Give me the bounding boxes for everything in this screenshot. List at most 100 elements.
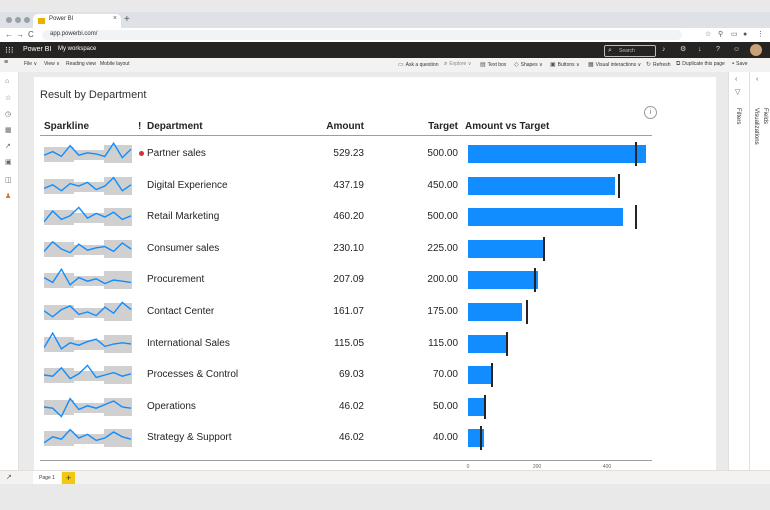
home-icon[interactable]: ⌂	[5, 78, 9, 85]
visual-interactions-button[interactable]: ▦ Visual interactions ∨	[588, 61, 641, 68]
sparkline-band	[44, 334, 132, 353]
visualizations-pane[interactable]: ‹ Visualizations Fields	[749, 72, 770, 470]
sparkline-band	[44, 239, 132, 258]
right-panes: ‹ ▽ Filters ‹ Visualizations Fields	[728, 72, 770, 470]
add-page-button[interactable]: +	[62, 472, 75, 484]
amount-bar[interactable]	[468, 334, 507, 353]
table-row[interactable]: Consumer sales 230.10 225.00	[40, 234, 652, 264]
table-row[interactable]: Digital Experience 437.19 450.00	[40, 171, 652, 201]
amount-bar[interactable]	[468, 271, 538, 290]
amount-bar[interactable]	[468, 145, 646, 163]
window-maximize-dot[interactable]	[24, 17, 30, 23]
app-launcher-icon[interactable]: ⁝⁝⁝	[5, 44, 14, 56]
help-icon[interactable]: ?	[716, 45, 720, 55]
shared-icon[interactable]: ↗	[5, 142, 11, 150]
recent-icon[interactable]: ◷	[5, 110, 11, 118]
brand-name[interactable]: Power BI	[23, 46, 51, 53]
table-row[interactable]: Retail Marketing 460.20 500.00	[40, 202, 652, 232]
bell-icon[interactable]: ♪	[662, 45, 666, 55]
amount-cell: 69.03	[338, 369, 364, 381]
department-cell: International Sales	[147, 337, 230, 349]
collapse-filters-icon[interactable]: ‹	[735, 76, 737, 83]
mobile-layout-button[interactable]: Mobile layout	[100, 61, 129, 67]
back-icon[interactable]: ←	[5, 29, 13, 41]
target-cell: 500.00	[427, 211, 458, 223]
refresh-button[interactable]: ↻ Refresh	[646, 61, 671, 68]
browser-tab-bar: Power BI × +	[0, 12, 770, 28]
window-minimize-dot[interactable]	[15, 17, 21, 23]
expand-icon[interactable]: ↗	[6, 472, 12, 484]
view-menu[interactable]: View ∨	[44, 61, 60, 67]
save-button[interactable]: ▪ Save	[732, 61, 748, 67]
table-row[interactable]: Contact Center 161.07 175.00	[40, 297, 652, 327]
header-amount-vs-target[interactable]: Amount vs Target	[465, 121, 549, 132]
reading-view-button[interactable]: Reading view	[66, 61, 96, 67]
ask-question-button[interactable]: ▭ Ask a question	[398, 61, 438, 68]
visual-interactions-label: Visual interactions ∨	[595, 62, 642, 68]
kebab-menu-icon[interactable]: ⋮	[757, 29, 764, 41]
search-input[interactable]: ⌕ Search	[604, 45, 656, 57]
amount-bar[interactable]	[468, 397, 484, 416]
star-icon[interactable]: ☆	[705, 29, 711, 41]
learn-icon[interactable]: ▣	[5, 158, 12, 166]
header-alert[interactable]: !	[138, 121, 141, 132]
header-department[interactable]: Department	[147, 121, 203, 132]
table-row[interactable]: Processes & Control 69.03 70.00	[40, 360, 652, 390]
target-cell: 40.00	[432, 432, 458, 444]
amount-cell: 46.02	[338, 432, 364, 444]
amount-bar[interactable]	[468, 239, 546, 258]
apps-icon[interactable]: ▦	[5, 126, 12, 134]
shapes-button[interactable]: ◇ Shapes ∨	[514, 61, 543, 68]
amount-bar[interactable]	[468, 208, 623, 227]
forward-icon[interactable]: →	[16, 29, 24, 41]
extension-icon[interactable]: ⚲	[718, 29, 723, 41]
info-icon[interactable]: i	[644, 106, 657, 119]
amount-bar[interactable]	[468, 303, 523, 321]
favorites-icon[interactable]: ☆	[5, 94, 11, 102]
window-close-dot[interactable]	[6, 17, 12, 23]
gear-icon[interactable]: ⚙	[680, 45, 686, 55]
reload-icon[interactable]: C	[28, 29, 34, 41]
profile-icon[interactable]: ●	[743, 29, 747, 41]
target-marker	[534, 268, 537, 293]
text-box-button[interactable]: ▤ Text box	[480, 61, 506, 68]
table-row[interactable]: International Sales 115.05 115.00	[40, 329, 652, 359]
new-tab-button[interactable]: +	[124, 14, 130, 26]
hamburger-icon[interactable]: ≡	[4, 59, 8, 66]
page-tab[interactable]: Page 1	[33, 471, 61, 484]
download-icon[interactable]: ↓	[698, 45, 702, 55]
url-field[interactable]: app.powerbi.com/	[42, 30, 682, 40]
table-row[interactable]: Strategy & Support 46.02 40.00	[40, 423, 652, 453]
amount-bar[interactable]	[468, 176, 615, 195]
filters-pane[interactable]: ‹ ▽ Filters	[728, 72, 749, 470]
explore-button[interactable]: ⌕ Explore ∨	[444, 61, 471, 68]
tab-close-icon[interactable]: ×	[113, 15, 117, 22]
amount-cell: 460.20	[333, 211, 364, 223]
table-row[interactable]: Procurement 207.09 200.00	[40, 265, 652, 295]
department-cell: Partner sales	[147, 148, 206, 159]
file-menu[interactable]: File ∨	[24, 61, 37, 67]
feedback-icon[interactable]: ☺	[733, 45, 740, 55]
amount-cell: 46.02	[338, 400, 364, 412]
tab-title: Power BI	[49, 16, 74, 22]
department-cell: Strategy & Support	[147, 432, 232, 444]
header-sparkline[interactable]: Sparkline	[44, 121, 89, 132]
my-workspace-icon[interactable]: ♟	[5, 192, 11, 200]
browser-tab[interactable]: Power BI ×	[33, 14, 121, 28]
amount-bar[interactable]	[468, 366, 492, 385]
table-row[interactable]: Partner sales 529.23 500.00	[40, 139, 652, 169]
table-row[interactable]: Operations 46.02 50.00	[40, 392, 652, 422]
target-marker	[505, 331, 508, 356]
buttons-icon: ▣	[550, 62, 556, 68]
cast-icon[interactable]: ▭	[731, 29, 738, 41]
workspace-name[interactable]: My workspace	[58, 46, 96, 52]
target-marker	[634, 142, 637, 166]
duplicate-page-button[interactable]: ⧉ Duplicate this page	[676, 61, 725, 68]
avatar[interactable]	[750, 44, 762, 56]
header-target[interactable]: Target	[428, 121, 458, 132]
workspaces-icon[interactable]: ◫	[5, 176, 12, 184]
collapse-visualizations-icon[interactable]: ‹	[756, 76, 758, 83]
buttons-button[interactable]: ▣ Buttons ∨	[550, 61, 580, 68]
header-amount[interactable]: Amount	[326, 121, 364, 132]
sparkline-chart	[44, 239, 132, 258]
